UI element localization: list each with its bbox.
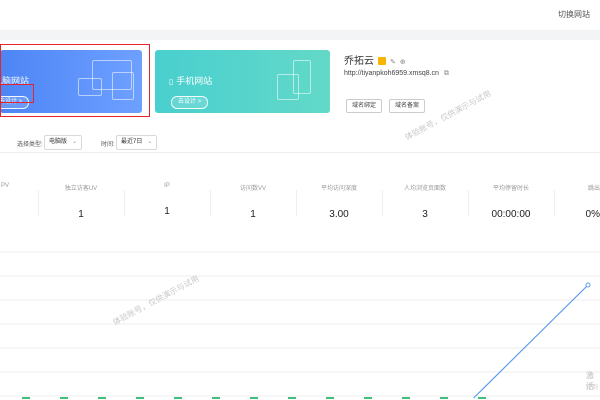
type-select-value: 电脑版	[49, 139, 68, 145]
stat-value: 00:00:00	[491, 209, 531, 220]
stat-value: 0%	[585, 209, 600, 220]
site-name: 乔拓云 ✎ ⊕	[344, 52, 406, 67]
domain-bind-button[interactable]: 域名绑定	[346, 99, 383, 113]
stat-pages-per-user: 人均浏览页面数 3	[382, 183, 468, 223]
copy-icon[interactable]: ⧉	[444, 70, 449, 77]
filter-row: 选择类型: 电脑版 ⌄ 时间: 最近7日 ⌄	[0, 132, 600, 153]
stat-bounce: 跳出 0%	[554, 183, 600, 223]
series-point[interactable]	[585, 282, 591, 288]
stat-label: 访问数VV	[239, 186, 266, 192]
stat-avg-depth: 平均访问深度 3.00	[296, 183, 382, 223]
mobile-site-title-text: 手机网站	[176, 77, 213, 87]
chevron-down-icon: ⌄	[72, 139, 78, 145]
mobile-site-card[interactable]: ▯ 手机网站 去设计 >	[155, 50, 330, 113]
stat-label: IP	[164, 183, 170, 189]
trend-chart	[0, 251, 600, 399]
top-band	[0, 30, 600, 40]
badge-icon	[378, 57, 386, 65]
time-label: 时间:	[101, 142, 115, 148]
stat-ip: IP 1	[124, 183, 210, 223]
stat-value: 1	[78, 209, 84, 220]
site-url[interactable]: http://tiyanpkoh6959.xmsq8.cn ⧉	[344, 70, 449, 78]
highlight-box-card	[0, 44, 150, 117]
stat-label: 跳出	[587, 186, 600, 192]
stat-avg-duration: 平均停留时长 00:00:00	[468, 183, 554, 223]
highlight-box-button	[0, 84, 34, 103]
stat-value: 1	[164, 206, 170, 217]
stat-label: 独立访客UV	[64, 186, 98, 192]
mobile-design-button[interactable]: 去设计 >	[171, 96, 209, 109]
domain-record-button[interactable]: 域名备案	[389, 99, 426, 113]
stat-value: 3	[422, 209, 428, 220]
switch-site-link[interactable]: 切换网站	[558, 9, 590, 20]
tablet-illustration	[277, 74, 299, 100]
stat-label: 平均访问深度	[320, 186, 357, 192]
phone-icon: ▯	[169, 77, 174, 86]
add-circle-icon[interactable]: ⊕	[400, 58, 406, 66]
stat-label: 人均浏览页面数	[403, 186, 446, 192]
type-select[interactable]: 电脑版 ⌄	[44, 135, 83, 150]
stat-label: 平均停留时长	[492, 186, 529, 192]
top-bar: 切换网站	[0, 0, 600, 30]
activate-windows-sub: 转到	[586, 385, 599, 391]
chevron-down-icon: ⌄	[147, 139, 153, 145]
stat-value: 3.00	[329, 209, 349, 220]
mobile-site-title: ▯ 手机网站	[169, 74, 212, 87]
chart-grid	[0, 251, 600, 397]
type-label: 选择类型:	[17, 142, 43, 148]
stat-uv: 独立访客UV 1	[38, 183, 124, 223]
stat-value: 1	[250, 209, 256, 220]
time-select-value: 最近7日	[121, 139, 143, 145]
time-select[interactable]: 最近7日 ⌄	[116, 135, 158, 150]
site-name-text: 乔拓云	[344, 56, 374, 67]
edit-icon[interactable]: ✎	[390, 58, 396, 66]
series-line	[473, 284, 589, 399]
stat-vv: 访问数VV 1	[210, 183, 296, 223]
site-url-text: http://tiyanpkoh6959.xmsq8.cn	[344, 70, 439, 77]
